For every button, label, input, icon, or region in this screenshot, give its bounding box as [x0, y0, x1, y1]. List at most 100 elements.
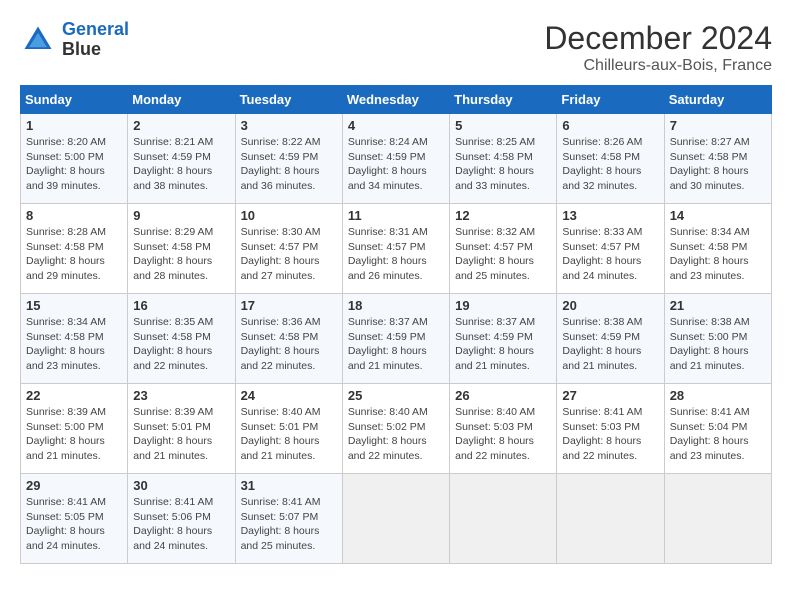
- week-row-3: 15 Sunrise: 8:34 AM Sunset: 4:58 PM Dayl…: [21, 294, 772, 384]
- day-cell-26: 26 Sunrise: 8:40 AM Sunset: 5:03 PM Dayl…: [450, 384, 557, 474]
- day-number: 8: [26, 208, 122, 223]
- day-info: Sunrise: 8:22 AM Sunset: 4:59 PM Dayligh…: [241, 135, 337, 194]
- day-number: 10: [241, 208, 337, 223]
- day-number: 1: [26, 118, 122, 133]
- day-info: Sunrise: 8:41 AM Sunset: 5:04 PM Dayligh…: [670, 405, 766, 464]
- day-number: 11: [348, 208, 444, 223]
- day-info: Sunrise: 8:29 AM Sunset: 4:58 PM Dayligh…: [133, 225, 229, 284]
- day-number: 21: [670, 298, 766, 313]
- day-cell-17: 17 Sunrise: 8:36 AM Sunset: 4:58 PM Dayl…: [235, 294, 342, 384]
- day-cell-11: 11 Sunrise: 8:31 AM Sunset: 4:57 PM Dayl…: [342, 204, 449, 294]
- day-number: 15: [26, 298, 122, 313]
- day-number: 18: [348, 298, 444, 313]
- day-cell-30: 30 Sunrise: 8:41 AM Sunset: 5:06 PM Dayl…: [128, 474, 235, 564]
- day-info: Sunrise: 8:25 AM Sunset: 4:58 PM Dayligh…: [455, 135, 551, 194]
- day-cell-24: 24 Sunrise: 8:40 AM Sunset: 5:01 PM Dayl…: [235, 384, 342, 474]
- day-info: Sunrise: 8:31 AM Sunset: 4:57 PM Dayligh…: [348, 225, 444, 284]
- day-number: 19: [455, 298, 551, 313]
- day-cell-2: 2 Sunrise: 8:21 AM Sunset: 4:59 PM Dayli…: [128, 114, 235, 204]
- day-cell-4: 4 Sunrise: 8:24 AM Sunset: 4:59 PM Dayli…: [342, 114, 449, 204]
- day-number: 12: [455, 208, 551, 223]
- day-cell-21: 21 Sunrise: 8:38 AM Sunset: 5:00 PM Dayl…: [664, 294, 771, 384]
- day-cell-12: 12 Sunrise: 8:32 AM Sunset: 4:57 PM Dayl…: [450, 204, 557, 294]
- day-info: Sunrise: 8:39 AM Sunset: 5:00 PM Dayligh…: [26, 405, 122, 464]
- day-number: 4: [348, 118, 444, 133]
- month-title: December 2024: [544, 20, 772, 57]
- day-number: 25: [348, 388, 444, 403]
- day-info: Sunrise: 8:40 AM Sunset: 5:01 PM Dayligh…: [241, 405, 337, 464]
- day-info: Sunrise: 8:40 AM Sunset: 5:03 PM Dayligh…: [455, 405, 551, 464]
- day-cell-27: 27 Sunrise: 8:41 AM Sunset: 5:03 PM Dayl…: [557, 384, 664, 474]
- week-row-2: 8 Sunrise: 8:28 AM Sunset: 4:58 PM Dayli…: [21, 204, 772, 294]
- day-cell-13: 13 Sunrise: 8:33 AM Sunset: 4:57 PM Dayl…: [557, 204, 664, 294]
- day-number: 13: [562, 208, 658, 223]
- day-cell-8: 8 Sunrise: 8:28 AM Sunset: 4:58 PM Dayli…: [21, 204, 128, 294]
- col-tuesday: Tuesday: [235, 86, 342, 114]
- day-info: Sunrise: 8:38 AM Sunset: 4:59 PM Dayligh…: [562, 315, 658, 374]
- day-info: Sunrise: 8:32 AM Sunset: 4:57 PM Dayligh…: [455, 225, 551, 284]
- title-block: December 2024 Chilleurs-aux-Bois, France: [544, 20, 772, 75]
- empty-cell: [557, 474, 664, 564]
- day-cell-29: 29 Sunrise: 8:41 AM Sunset: 5:05 PM Dayl…: [21, 474, 128, 564]
- day-cell-18: 18 Sunrise: 8:37 AM Sunset: 4:59 PM Dayl…: [342, 294, 449, 384]
- day-cell-23: 23 Sunrise: 8:39 AM Sunset: 5:01 PM Dayl…: [128, 384, 235, 474]
- day-cell-31: 31 Sunrise: 8:41 AM Sunset: 5:07 PM Dayl…: [235, 474, 342, 564]
- day-info: Sunrise: 8:28 AM Sunset: 4:58 PM Dayligh…: [26, 225, 122, 284]
- day-info: Sunrise: 8:37 AM Sunset: 4:59 PM Dayligh…: [348, 315, 444, 374]
- empty-cell: [342, 474, 449, 564]
- day-info: Sunrise: 8:30 AM Sunset: 4:57 PM Dayligh…: [241, 225, 337, 284]
- day-info: Sunrise: 8:41 AM Sunset: 5:03 PM Dayligh…: [562, 405, 658, 464]
- col-friday: Friday: [557, 86, 664, 114]
- day-cell-15: 15 Sunrise: 8:34 AM Sunset: 4:58 PM Dayl…: [21, 294, 128, 384]
- day-number: 6: [562, 118, 658, 133]
- day-number: 5: [455, 118, 551, 133]
- day-info: Sunrise: 8:21 AM Sunset: 4:59 PM Dayligh…: [133, 135, 229, 194]
- day-cell-6: 6 Sunrise: 8:26 AM Sunset: 4:58 PM Dayli…: [557, 114, 664, 204]
- day-number: 28: [670, 388, 766, 403]
- day-number: 9: [133, 208, 229, 223]
- day-number: 27: [562, 388, 658, 403]
- day-cell-1: 1 Sunrise: 8:20 AM Sunset: 5:00 PM Dayli…: [21, 114, 128, 204]
- day-info: Sunrise: 8:35 AM Sunset: 4:58 PM Dayligh…: [133, 315, 229, 374]
- day-number: 2: [133, 118, 229, 133]
- day-number: 31: [241, 478, 337, 493]
- location: Chilleurs-aux-Bois, France: [544, 57, 772, 75]
- day-number: 23: [133, 388, 229, 403]
- day-info: Sunrise: 8:40 AM Sunset: 5:02 PM Dayligh…: [348, 405, 444, 464]
- day-number: 20: [562, 298, 658, 313]
- week-row-1: 1 Sunrise: 8:20 AM Sunset: 5:00 PM Dayli…: [21, 114, 772, 204]
- week-row-4: 22 Sunrise: 8:39 AM Sunset: 5:00 PM Dayl…: [21, 384, 772, 474]
- calendar-body: 1 Sunrise: 8:20 AM Sunset: 5:00 PM Dayli…: [21, 114, 772, 564]
- day-cell-28: 28 Sunrise: 8:41 AM Sunset: 5:04 PM Dayl…: [664, 384, 771, 474]
- day-info: Sunrise: 8:33 AM Sunset: 4:57 PM Dayligh…: [562, 225, 658, 284]
- day-info: Sunrise: 8:27 AM Sunset: 4:58 PM Dayligh…: [670, 135, 766, 194]
- logo: GeneralBlue: [20, 20, 129, 60]
- empty-cell: [450, 474, 557, 564]
- day-cell-14: 14 Sunrise: 8:34 AM Sunset: 4:58 PM Dayl…: [664, 204, 771, 294]
- day-cell-22: 22 Sunrise: 8:39 AM Sunset: 5:00 PM Dayl…: [21, 384, 128, 474]
- day-cell-7: 7 Sunrise: 8:27 AM Sunset: 4:58 PM Dayli…: [664, 114, 771, 204]
- day-info: Sunrise: 8:38 AM Sunset: 5:00 PM Dayligh…: [670, 315, 766, 374]
- day-number: 26: [455, 388, 551, 403]
- day-info: Sunrise: 8:41 AM Sunset: 5:06 PM Dayligh…: [133, 495, 229, 554]
- day-number: 17: [241, 298, 337, 313]
- day-number: 30: [133, 478, 229, 493]
- day-cell-20: 20 Sunrise: 8:38 AM Sunset: 4:59 PM Dayl…: [557, 294, 664, 384]
- day-number: 3: [241, 118, 337, 133]
- day-info: Sunrise: 8:20 AM Sunset: 5:00 PM Dayligh…: [26, 135, 122, 194]
- col-sunday: Sunday: [21, 86, 128, 114]
- header-row: Sunday Monday Tuesday Wednesday Thursday…: [21, 86, 772, 114]
- day-info: Sunrise: 8:34 AM Sunset: 4:58 PM Dayligh…: [670, 225, 766, 284]
- col-thursday: Thursday: [450, 86, 557, 114]
- day-number: 7: [670, 118, 766, 133]
- day-info: Sunrise: 8:24 AM Sunset: 4:59 PM Dayligh…: [348, 135, 444, 194]
- page-header: GeneralBlue December 2024 Chilleurs-aux-…: [20, 20, 772, 75]
- day-info: Sunrise: 8:41 AM Sunset: 5:07 PM Dayligh…: [241, 495, 337, 554]
- day-info: Sunrise: 8:26 AM Sunset: 4:58 PM Dayligh…: [562, 135, 658, 194]
- day-number: 14: [670, 208, 766, 223]
- day-cell-19: 19 Sunrise: 8:37 AM Sunset: 4:59 PM Dayl…: [450, 294, 557, 384]
- calendar-table: Sunday Monday Tuesday Wednesday Thursday…: [20, 85, 772, 564]
- logo-icon: [20, 22, 56, 58]
- day-cell-5: 5 Sunrise: 8:25 AM Sunset: 4:58 PM Dayli…: [450, 114, 557, 204]
- day-cell-25: 25 Sunrise: 8:40 AM Sunset: 5:02 PM Dayl…: [342, 384, 449, 474]
